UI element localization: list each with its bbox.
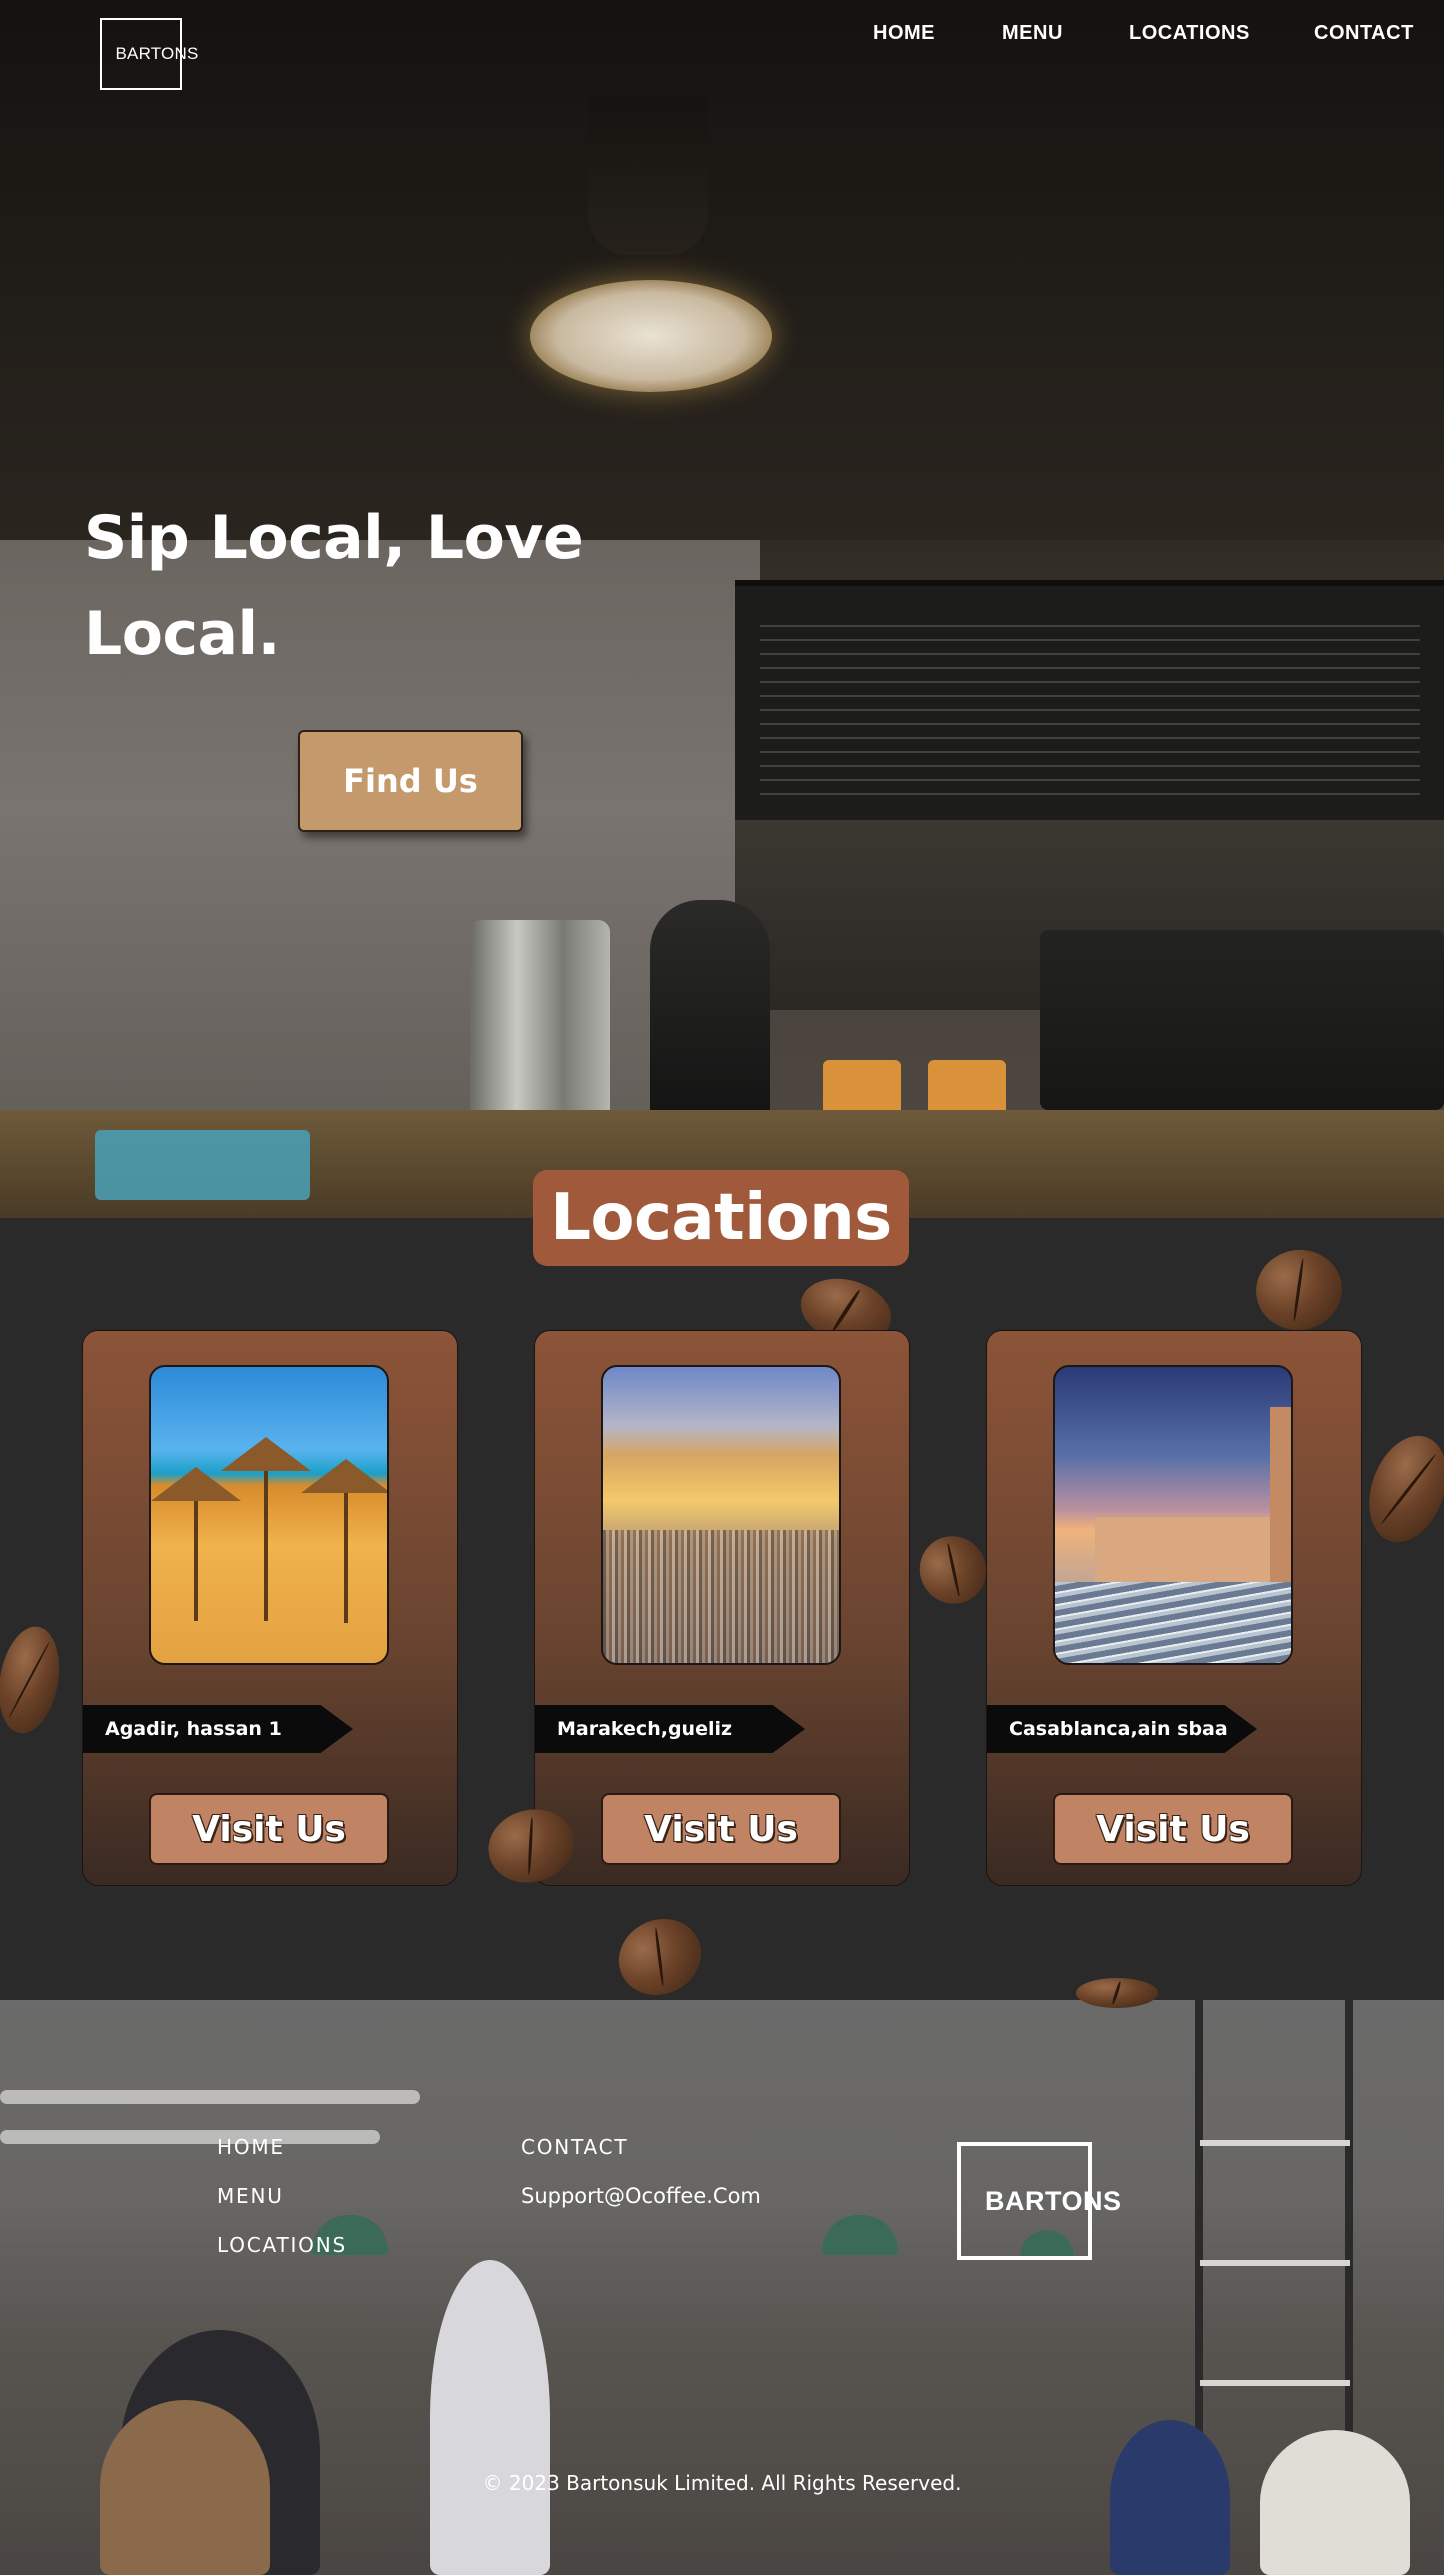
footer-link-menu[interactable]: MENU <box>217 2184 284 2208</box>
pendant-lamp-light <box>530 280 772 392</box>
nav-contact[interactable]: CONTACT <box>1314 22 1414 45</box>
shelf-line <box>1200 2140 1350 2146</box>
nav-home[interactable]: HOME <box>873 22 935 45</box>
location-name-tag: Agadir, hassan 1 <box>83 1705 353 1753</box>
footer-link-home[interactable]: HOME <box>217 2135 285 2159</box>
parasol-shape <box>151 1467 241 1501</box>
locations-heading: Locations <box>533 1170 909 1266</box>
shelf-line <box>1200 2380 1350 2386</box>
parasol-shape <box>301 1459 387 1493</box>
footer-email-link[interactable]: Support@Ocoffee.Com <box>521 2184 761 2208</box>
header-logo-text: BARTONS <box>115 44 199 63</box>
ceiling-pipe <box>0 2130 380 2144</box>
visit-us-button-casablanca[interactable]: Visit Us <box>1053 1793 1293 1865</box>
find-us-button[interactable]: Find Us <box>298 730 523 832</box>
green-pendant-lamp <box>822 2215 898 2255</box>
sea-waves <box>1055 1582 1291 1663</box>
hero-title: Sip Local, Love Local. <box>84 503 584 669</box>
location-card-agadir: Agadir, hassan 1 Visit Us <box>82 1330 458 1886</box>
parasol-pole <box>344 1493 348 1623</box>
customer-figure <box>430 2260 550 2575</box>
location-photo-casablanca <box>1053 1365 1293 1665</box>
footer-logo[interactable]: BARTONS <box>957 2142 1121 2260</box>
customer-figure <box>1110 2420 1230 2575</box>
visit-us-button-agadir[interactable]: Visit Us <box>149 1793 389 1865</box>
customer-figure <box>1260 2430 1410 2575</box>
shelf-line <box>1200 2260 1350 2266</box>
espresso-machine <box>1040 930 1444 1110</box>
hot-water-urn <box>470 920 610 1140</box>
nav-menu[interactable]: MENU <box>1002 22 1063 45</box>
location-photo-agadir <box>149 1365 389 1665</box>
ceiling-pipe <box>0 2090 420 2104</box>
hero-ceiling <box>0 0 1444 540</box>
footer-link-contact[interactable]: CONTACT <box>521 2135 628 2159</box>
footer-logo-text: BARTONS <box>985 2185 1122 2216</box>
parasol-shape <box>221 1437 311 1471</box>
footer-link-locations[interactable]: LOCATIONS <box>217 2233 347 2257</box>
parasol-pole <box>194 1501 198 1621</box>
blue-tray <box>95 1130 310 1200</box>
parasol-pole <box>264 1471 268 1621</box>
chalkboard-writing <box>760 625 1420 795</box>
location-card-marrakech: Marakech,gueliz Visit Us <box>534 1330 910 1886</box>
nav-locations[interactable]: LOCATIONS <box>1129 22 1250 45</box>
visit-us-button-marrakech[interactable]: Visit Us <box>601 1793 841 1865</box>
header-logo[interactable]: BARTONS <box>100 18 198 90</box>
copyright-text: © 2023 Bartonsuk Limited. All Rights Res… <box>482 2471 962 2495</box>
location-name-tag: Casablanca,ain sbaa <box>987 1705 1257 1753</box>
pendant-lamp <box>588 95 708 255</box>
location-name-tag: Marakech,gueliz <box>535 1705 805 1753</box>
coffee-grinder <box>650 900 770 1140</box>
market-crowd <box>603 1529 839 1663</box>
mosque-shape <box>1095 1517 1291 1587</box>
coffee-bean-icon <box>1076 1978 1158 2008</box>
location-card-casablanca: Casablanca,ain sbaa Visit Us <box>986 1330 1362 1886</box>
minaret-shape <box>1270 1407 1291 1587</box>
location-photo-marrakech <box>601 1365 841 1665</box>
